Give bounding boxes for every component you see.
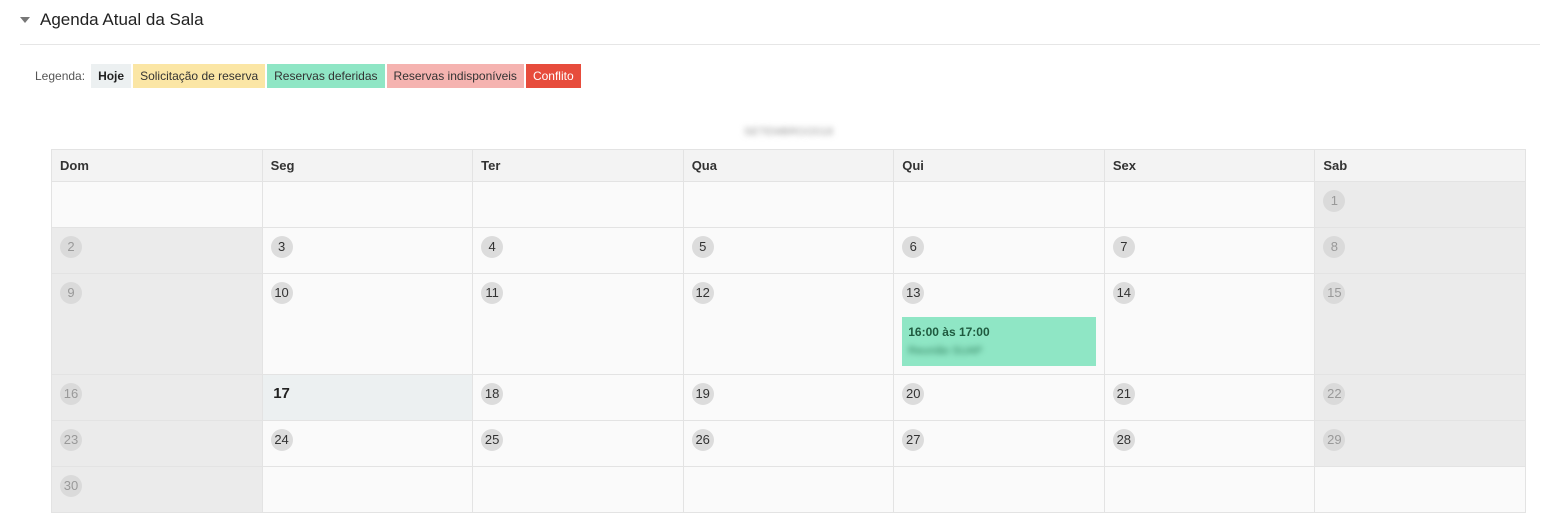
calendar-cell-today[interactable]: 17 — [261, 374, 474, 421]
calendar-cell-empty — [472, 466, 684, 513]
day-number: 22 — [1323, 383, 1346, 405]
day-number: 12 — [691, 282, 714, 304]
calendar-cell-day[interactable]: 11 — [472, 273, 684, 375]
calendar-cell-day[interactable]: 12 — [682, 273, 895, 375]
section-toggle[interactable]: Agenda Atual da Sala — [20, 6, 204, 34]
day-number: 23 — [60, 429, 82, 451]
day-number: 24 — [270, 429, 293, 451]
calendar-cell-day[interactable]: 30 — [51, 466, 263, 513]
divider — [20, 44, 1540, 45]
calendar-cell-day[interactable]: 4 — [472, 227, 684, 274]
calendar-cell-day[interactable]: 24 — [261, 420, 474, 467]
day-number: 9 — [60, 282, 82, 304]
calendar-cell-day[interactable]: 29 — [1314, 420, 1526, 467]
calendar-cell-empty — [261, 466, 474, 513]
calendar-grid: Dom Seg Ter Qua Qui Sex Sab 1 2 3 4 5 6 … — [51, 149, 1526, 513]
calendar-cell-day[interactable]: 27 — [893, 420, 1105, 467]
day-number: 17 — [273, 385, 290, 402]
calendar-cell-day[interactable]: 16 — [51, 374, 263, 421]
day-number: 8 — [1323, 236, 1346, 258]
day-number: 5 — [691, 236, 714, 258]
legend-conflict: Conflito — [525, 64, 581, 88]
legend-approved: Reservas deferidas — [267, 64, 385, 88]
calendar-cell-day[interactable]: 23 — [51, 420, 263, 467]
calendar-cell-empty — [472, 181, 684, 228]
legend-unavailable: Reservas indisponíveis — [386, 64, 524, 88]
day-number: 15 — [1323, 282, 1346, 304]
calendar-cell-empty — [51, 181, 263, 228]
day-number: 28 — [1112, 429, 1135, 451]
calendar-cell-day[interactable]: 3 — [261, 227, 474, 274]
weekday-header: Qua — [682, 149, 895, 182]
day-number: 20 — [902, 383, 925, 405]
calendar-cell-empty — [682, 466, 895, 513]
day-number: 6 — [902, 236, 925, 258]
calendar-cell-empty — [682, 181, 895, 228]
calendar-cell-day[interactable]: 7 — [1103, 227, 1316, 274]
calendar-cell-empty — [261, 181, 474, 228]
day-number: 26 — [691, 429, 714, 451]
legend-label: Legenda: — [35, 69, 86, 83]
weekday-header: Sex — [1103, 149, 1316, 182]
calendar-cell-day[interactable]: 2 — [51, 227, 263, 274]
month-title: SETEMBRO/2018 — [743, 126, 834, 138]
day-number: 7 — [1112, 236, 1135, 258]
event-time: 16:00 às 17:00 — [908, 325, 990, 339]
calendar-cell-empty — [1103, 466, 1316, 513]
weekday-header: Dom — [51, 149, 263, 182]
calendar-cell-day[interactable]: 10 — [261, 273, 474, 375]
calendar-cell-day[interactable]: 19 — [682, 374, 895, 421]
calendar-cell-day[interactable]: 6 — [893, 227, 1105, 274]
day-number: 1 — [1323, 190, 1346, 212]
weekday-header: Qui — [893, 149, 1105, 182]
calendar-cell-day[interactable]: 22 — [1314, 374, 1526, 421]
calendar-cell-day[interactable]: 9 — [51, 273, 263, 375]
day-number: 18 — [481, 383, 504, 405]
day-number: 16 — [60, 383, 82, 405]
calendar-cell-empty — [893, 466, 1105, 513]
section-title: Agenda Atual da Sala — [40, 10, 204, 29]
day-number: 29 — [1323, 429, 1346, 451]
weekday-header: Sab — [1314, 149, 1526, 182]
calendar-cell-day[interactable]: 14 — [1103, 273, 1316, 375]
day-number: 25 — [481, 429, 504, 451]
calendar-cell-day[interactable]: 13 16:00 às 17:00 Reunião SUAP — [893, 273, 1105, 375]
calendar-cell-day[interactable]: 5 — [682, 227, 895, 274]
day-number: 2 — [60, 236, 82, 258]
calendar-cell-day[interactable]: 26 — [682, 420, 895, 467]
day-number: 19 — [691, 383, 714, 405]
day-number: 4 — [481, 236, 504, 258]
legend-request: Solicitação de reserva — [133, 64, 266, 88]
calendar-cell-day[interactable]: 20 — [893, 374, 1105, 421]
day-number: 27 — [902, 429, 925, 451]
day-number: 3 — [270, 236, 293, 258]
calendar-cell-day[interactable]: 21 — [1103, 374, 1316, 421]
day-number: 13 — [902, 282, 925, 304]
day-number: 11 — [481, 282, 504, 304]
day-number: 10 — [270, 282, 293, 304]
weekday-header: Seg — [261, 149, 474, 182]
calendar-cell-day[interactable]: 18 — [472, 374, 684, 421]
event-title: Reunião SUAP — [908, 345, 983, 357]
day-number: 21 — [1112, 383, 1135, 405]
calendar-event[interactable]: 16:00 às 17:00 Reunião SUAP — [902, 317, 1097, 366]
day-number: 30 — [60, 475, 82, 497]
calendar-cell-day[interactable]: 15 — [1314, 273, 1526, 375]
weekday-header: Ter — [472, 149, 684, 182]
calendar-cell-empty — [893, 181, 1105, 228]
day-number: 14 — [1112, 282, 1135, 304]
calendar-cell-empty — [1314, 466, 1526, 513]
calendar-cell-day[interactable]: 28 — [1103, 420, 1316, 467]
calendar-cell-day[interactable]: 8 — [1314, 227, 1526, 274]
calendar-cell-day[interactable]: 25 — [472, 420, 684, 467]
calendar-cell-empty — [1103, 181, 1316, 228]
calendar-cell-day[interactable]: 1 — [1314, 181, 1526, 228]
caret-down-icon[interactable] — [20, 17, 30, 23]
legend: Legenda: Hoje Solicitação de reserva Res… — [35, 64, 583, 88]
legend-today: Hoje — [91, 64, 132, 88]
